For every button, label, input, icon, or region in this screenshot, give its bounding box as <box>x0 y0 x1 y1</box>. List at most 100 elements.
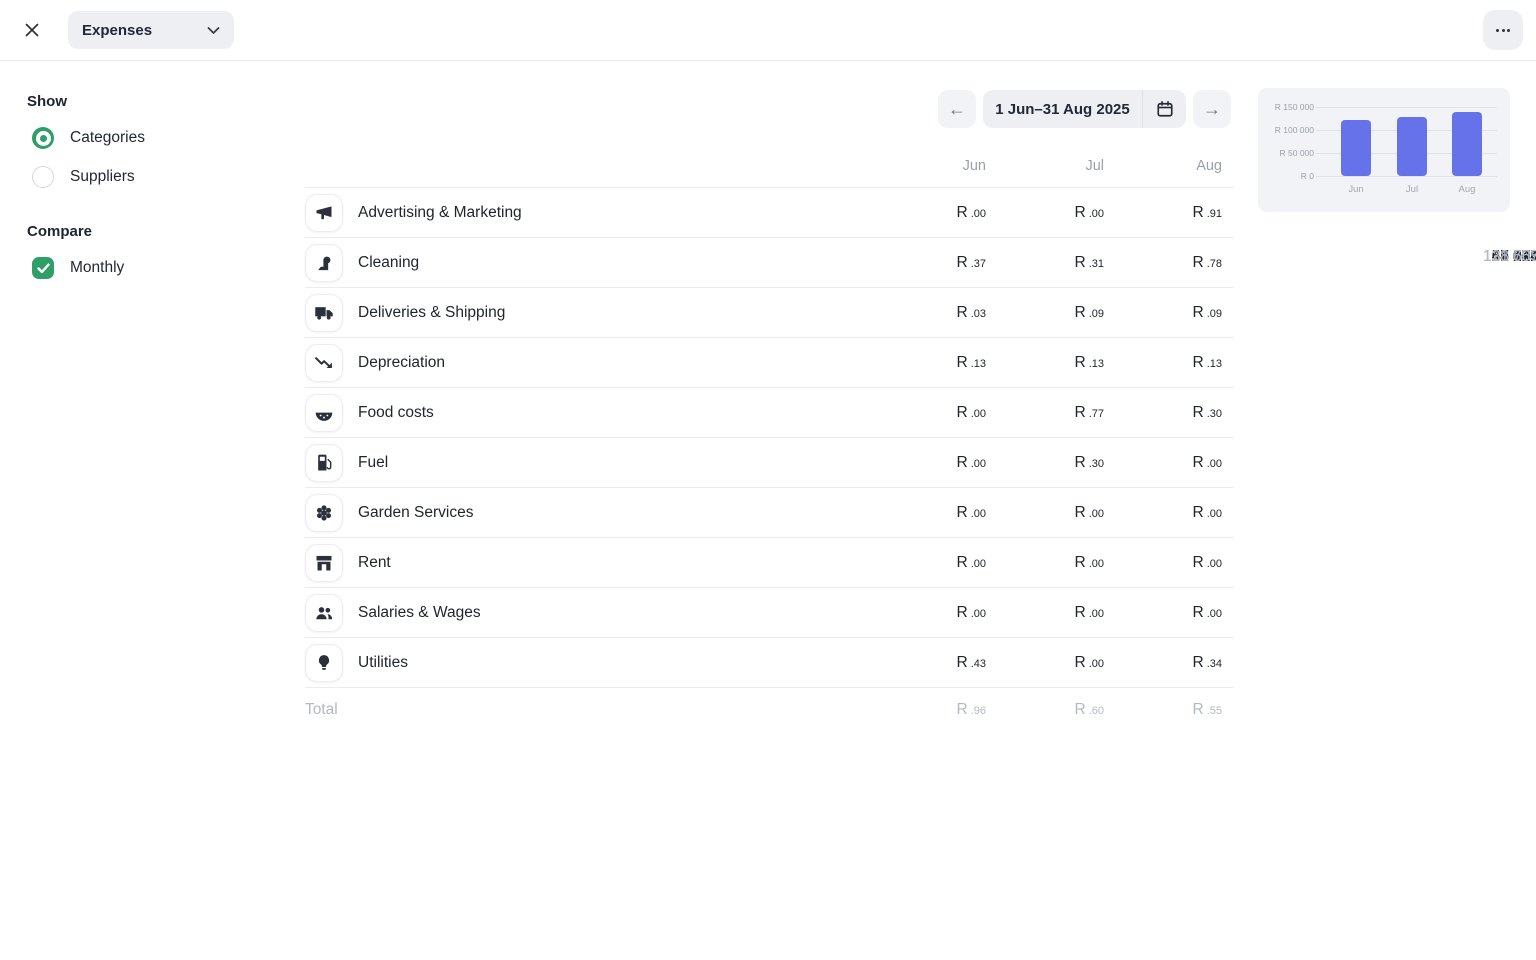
checkbox-monthly[interactable] <box>32 257 54 279</box>
value-cell-aug: R25 630.00 <box>1104 554 1234 572</box>
radio-suppliers-label: Suppliers <box>70 168 135 186</box>
table-row[interactable]: Depreciation R244.13 R244.13 R244.13 <box>305 337 1234 387</box>
expense-table: Advertising & Marketing R4 920.00 R4 852… <box>305 187 1234 732</box>
value-cell-jul: R350.00 <box>986 504 1104 522</box>
column-header-aug: Aug <box>1104 158 1234 174</box>
radio-option-suppliers[interactable]: Suppliers <box>27 165 277 189</box>
sidebar: Show Categories Suppliers Compare Monthl… <box>27 61 277 295</box>
chart-ytick-label: R 0 <box>1301 171 1314 181</box>
radio-categories-label: Categories <box>70 129 145 147</box>
next-period-button[interactable]: → <box>1193 90 1231 128</box>
report-type-dropdown[interactable]: Expenses <box>68 11 234 49</box>
arrow-right-icon: → <box>1203 99 1221 120</box>
category-label: Utilities <box>358 654 408 672</box>
value-cell-jun: R350.00 <box>868 504 986 522</box>
value-cell-aug: R3 504.00 <box>1104 454 1234 472</box>
chart-gridline <box>1316 176 1497 177</box>
category-label: Deliveries & Shipping <box>358 304 505 322</box>
flower-icon <box>305 494 343 532</box>
close-button[interactable] <box>14 12 50 48</box>
store-icon <box>305 544 343 582</box>
value-cell-jun: R49 503.00 <box>868 404 986 422</box>
total-row: Total R121 767.96 R128 503.60 R138 655.5… <box>305 687 1234 732</box>
table-row[interactable]: Fuel R1 892.00 R2 277.30 R3 504.00 <box>305 437 1234 487</box>
total-cell-jun: R121 767.96 <box>868 701 986 719</box>
value-cell-jul: R4 852.00 <box>986 204 1104 222</box>
megaphone-icon <box>305 194 343 232</box>
value-cell-jul: R56 064.77 <box>986 404 1104 422</box>
category-label: Salaries & Wages <box>358 604 481 622</box>
show-heading: Show <box>27 93 277 110</box>
chart-xtick-label: Jun <box>1336 184 1376 195</box>
value-cell-jun: R25 630.00 <box>868 554 986 572</box>
value-cell-aug: R27 000.00 <box>1104 604 1234 622</box>
column-header-jul: Jul <box>986 158 1104 174</box>
total-cell-aug: R138 655.55 <box>1104 701 1234 719</box>
lightbulb-icon <box>305 644 343 682</box>
value-cell-jul: R27 000.00 <box>986 604 1104 622</box>
value-cell-aug: R5 546.09 <box>1104 304 1234 322</box>
value-cell-jul: R244.13 <box>986 354 1104 372</box>
value-cell-jun: R27 000.00 <box>868 604 986 622</box>
category-label: Cleaning <box>358 254 419 272</box>
previous-period-button[interactable]: ← <box>938 90 976 128</box>
table-row[interactable]: Food costs R49 503.00 R56 064.77 R65 482… <box>305 387 1234 437</box>
fuel-icon <box>305 444 343 482</box>
value-cell-jul: R4 390.00 <box>986 654 1104 672</box>
table-row[interactable]: Salaries & Wages R27 000.00 R27 000.00 R… <box>305 587 1234 637</box>
chart-xtick-label: Jul <box>1392 184 1432 195</box>
arrow-left-icon: ← <box>948 99 966 120</box>
radio-option-categories[interactable]: Categories <box>27 126 277 150</box>
date-range-label: 1 Jun–31 Aug 2025 <box>983 90 1142 128</box>
topbar: Expenses <box>0 0 1536 61</box>
value-cell-jun: R5 890.03 <box>868 304 986 322</box>
chart-xtick-label: Aug <box>1447 184 1487 195</box>
checkbox-option-monthly[interactable]: Monthly <box>27 256 277 280</box>
calendar-button-segment[interactable] <box>1142 90 1186 128</box>
vacuum-icon <box>305 244 343 282</box>
more-options-button[interactable] <box>1483 10 1523 50</box>
category-label: Depreciation <box>358 354 445 372</box>
compare-heading: Compare <box>27 223 277 240</box>
total-label: Total <box>305 701 338 719</box>
table-row[interactable]: Garden Services R350.00 R350.00 R350.00 <box>305 487 1234 537</box>
chart-bar-jun[interactable] <box>1341 120 1371 176</box>
value-cell-jul: R2 277.30 <box>986 454 1104 472</box>
value-cell-jun: R4 920.00 <box>868 204 986 222</box>
value-cell-aug: R65 482.30 <box>1104 404 1234 422</box>
radio-categories[interactable] <box>32 127 54 149</box>
value-cell-aug: R244.13 <box>1104 354 1234 372</box>
table-row[interactable]: Advertising & Marketing R4 920.00 R4 852… <box>305 187 1234 237</box>
truck-icon <box>305 294 343 332</box>
chart-ytick-label: R 100 000 <box>1275 125 1314 135</box>
total-cell-jul: R128 503.60 <box>986 701 1104 719</box>
people-icon <box>305 594 343 632</box>
value-cell-jun: R244.13 <box>868 354 986 372</box>
category-label: Garden Services <box>358 504 473 522</box>
value-cell-aug: R3 920.34 <box>1104 654 1234 672</box>
close-icon <box>24 22 40 38</box>
chart-bar-aug[interactable] <box>1452 112 1482 176</box>
checkbox-monthly-label: Monthly <box>70 259 124 277</box>
trend-down-icon <box>305 344 343 382</box>
radio-suppliers[interactable] <box>32 166 54 188</box>
value-cell-aug: R4 943.91 <box>1104 204 1234 222</box>
category-label: Food costs <box>358 404 434 422</box>
chart-bar-jul[interactable] <box>1397 117 1427 176</box>
date-navigation: ← 1 Jun–31 Aug 2025 → <box>938 90 1231 128</box>
category-label: Rent <box>358 554 391 572</box>
value-cell-jun: R4 235.43 <box>868 654 986 672</box>
table-row[interactable]: Rent R25 630.00 R25 630.00 R25 630.00 <box>305 537 1234 587</box>
table-row[interactable]: Deliveries & Shipping R5 890.03 R5 394.0… <box>305 287 1234 337</box>
chart-ytick-label: R 50 000 <box>1280 148 1315 158</box>
ellipsis-icon <box>1496 29 1499 32</box>
column-headers: Jun Jul Aug <box>305 158 1234 174</box>
value-cell-aug: R350.00 <box>1104 504 1234 522</box>
table-row[interactable]: Utilities R4 235.43 R4 390.00 R3 920.34 <box>305 637 1234 687</box>
name-column-header <box>305 158 868 174</box>
calendar-icon <box>1156 100 1174 118</box>
category-label: Fuel <box>358 454 388 472</box>
value-cell-jun: R1 892.00 <box>868 454 986 472</box>
date-range-picker[interactable]: 1 Jun–31 Aug 2025 <box>983 90 1186 128</box>
category-label: Advertising & Marketing <box>358 204 522 222</box>
